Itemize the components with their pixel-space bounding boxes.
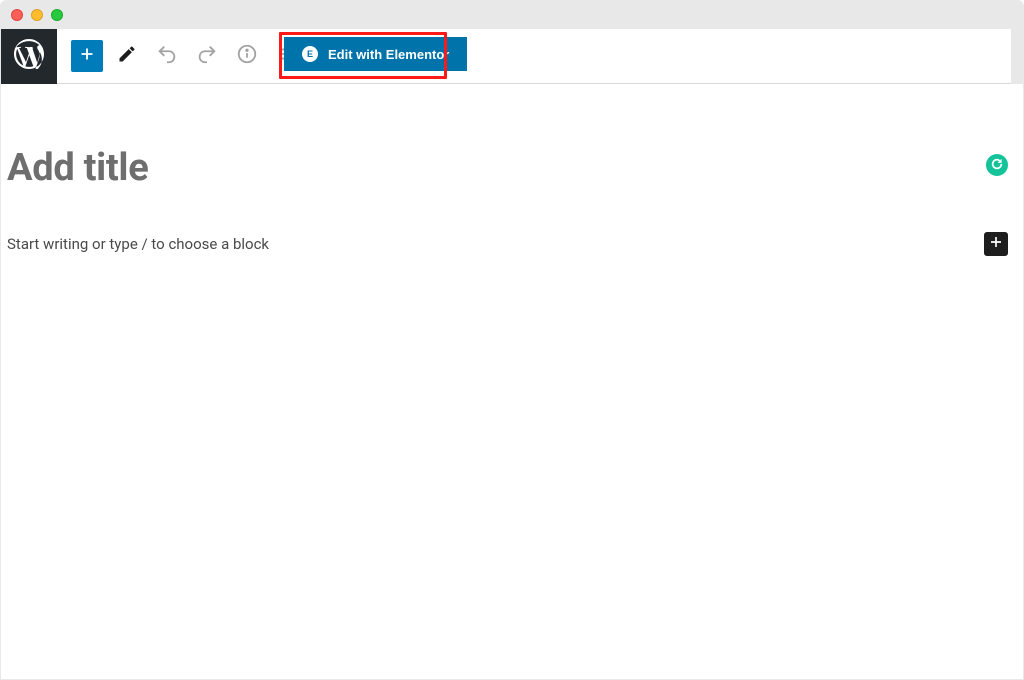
- post-body-placeholder[interactable]: Start writing or type / to choose a bloc…: [7, 235, 269, 253]
- wordpress-logo-icon: [14, 39, 44, 73]
- add-block-button[interactable]: [71, 40, 103, 72]
- wordpress-logo-button[interactable]: [1, 29, 57, 84]
- edit-with-elementor-button[interactable]: E Edit with Elementor: [284, 37, 467, 71]
- tools-button[interactable]: [111, 40, 143, 72]
- elementor-wrapper: E Edit with Elementor: [284, 37, 467, 71]
- elementor-button-label: Edit with Elementor: [328, 47, 449, 62]
- info-icon: [236, 43, 258, 69]
- undo-icon: [156, 43, 178, 69]
- editor-toolbar: E Edit with Elementor: [1, 29, 1023, 84]
- post-body-row: Start writing or type / to choose a bloc…: [7, 232, 1008, 256]
- post-title-placeholder: Add title: [7, 146, 1011, 190]
- window-minimize-button[interactable]: [31, 9, 43, 21]
- inline-add-block-button[interactable]: [984, 232, 1008, 256]
- redo-icon: [196, 43, 218, 69]
- undo-button[interactable]: [151, 40, 183, 72]
- plus-icon: [76, 43, 98, 69]
- right-panel-edge: [1011, 29, 1023, 84]
- window: E Edit with Elementor Add title Start wr…: [0, 0, 1024, 680]
- pencil-icon: [117, 44, 137, 68]
- editor-canvas: Add title Start writing or type / to cho…: [1, 84, 1023, 679]
- plus-icon: [986, 232, 1006, 256]
- details-button[interactable]: [231, 40, 263, 72]
- window-close-button[interactable]: [11, 9, 23, 21]
- elementor-icon: E: [302, 46, 318, 62]
- post-title-field[interactable]: Add title: [7, 146, 1011, 190]
- grammarly-button[interactable]: [986, 154, 1008, 176]
- redo-button[interactable]: [191, 40, 223, 72]
- window-zoom-button[interactable]: [51, 9, 63, 21]
- window-titlebar: [1, 1, 1023, 29]
- grammarly-icon: [990, 156, 1004, 175]
- toolbar-left-group: [71, 40, 303, 72]
